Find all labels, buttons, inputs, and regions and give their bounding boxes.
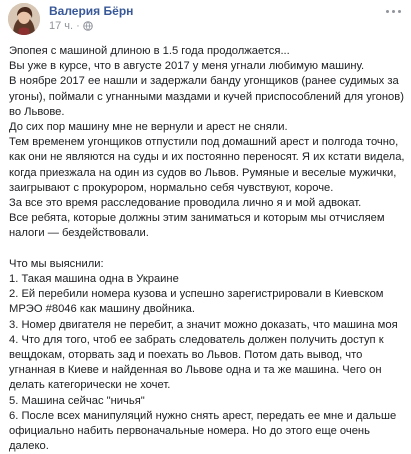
post-paragraph: Тем временем угонщиков отпустили под дом… <box>9 136 405 194</box>
more-options-icon[interactable] <box>383 6 403 16</box>
post-time[interactable]: 17 ч. <box>49 20 73 32</box>
globe-icon[interactable] <box>82 21 93 31</box>
post-paragraph: За все это время расследование проводила… <box>9 197 362 210</box>
post-body: Эпопея с машиной длиною в 1.5 года продо… <box>9 44 407 454</box>
post-paragraph: Эпопея с машиной длиною в 1.5 года продо… <box>9 45 290 57</box>
post-paragraph: До сих пор машину мне не вернули и арест… <box>9 121 288 134</box>
post-paragraph: Все ребята, которые должны этим занимать… <box>9 212 385 240</box>
post-paragraph: В ноябре 2017 ее нашли и задержали банду… <box>9 75 404 118</box>
list-item: 3. Номер двигателя не перебит, а значит … <box>9 318 398 331</box>
meta-separator: · <box>76 20 80 32</box>
post-meta: 17 ч. · <box>49 20 93 32</box>
post-paragraph: Вы уже в курсе, что в августе 2017 у мен… <box>9 60 365 73</box>
list-item: 5. Машина сейчас "ничья" <box>9 394 145 407</box>
list-item: 1. Такая машина одна в Украине <box>9 273 179 286</box>
facebook-post: Валерия Бёрн 17 ч. · Эпопея с машиной дл… <box>0 0 411 452</box>
author-avatar[interactable] <box>8 3 40 35</box>
list-heading: Что мы выяснили: <box>9 257 104 270</box>
list-item: 4. Что для того, чтоб ее забрать следова… <box>9 333 384 392</box>
list-item: 6. После всех манипуляций нужно снять ар… <box>9 409 397 453</box>
author-name[interactable]: Валерия Бёрн <box>49 4 133 18</box>
avatar-image <box>8 3 40 35</box>
list-item: 2. Ей перебили номера кузова и успешно з… <box>9 288 384 316</box>
